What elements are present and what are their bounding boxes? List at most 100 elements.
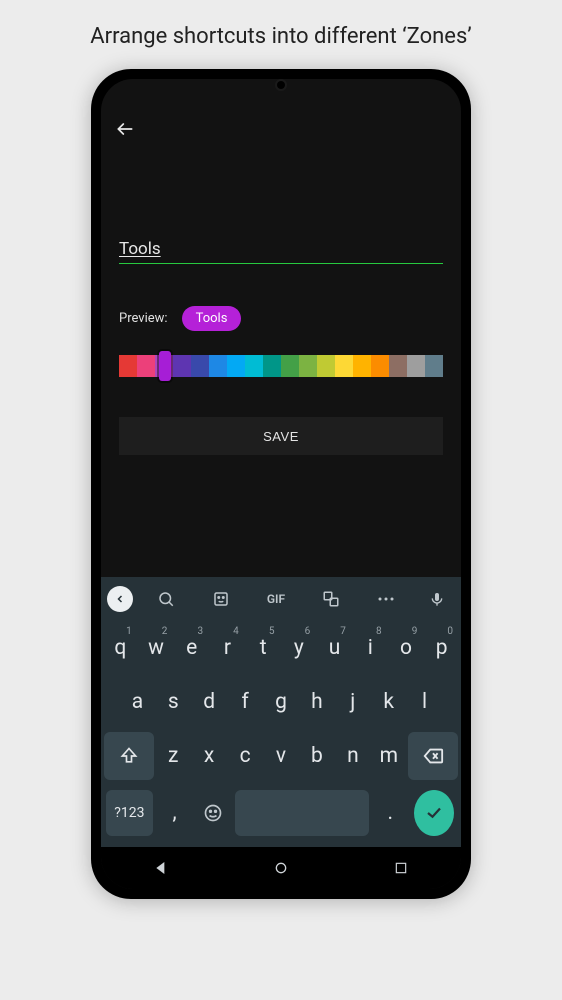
keyboard-sticker-button[interactable]	[203, 583, 239, 615]
sticker-icon	[212, 590, 230, 608]
color-swatch[interactable]	[191, 355, 209, 377]
keyboard-key-d[interactable]: d	[193, 678, 226, 726]
arrow-left-icon	[115, 119, 135, 139]
color-swatch[interactable]	[371, 355, 389, 377]
color-swatch[interactable]	[299, 355, 317, 377]
mic-icon	[429, 591, 445, 607]
keyboard-key-b[interactable]: b	[300, 732, 333, 780]
keyboard-key-h[interactable]: h	[300, 678, 333, 726]
nav-home-button[interactable]	[270, 857, 292, 879]
page-caption: Arrange shortcuts into different ‘Zones’	[0, 0, 562, 69]
keyboard-key-s[interactable]: s	[157, 678, 190, 726]
shift-icon	[119, 746, 139, 766]
keyboard-more-button[interactable]	[368, 583, 404, 615]
more-icon	[377, 596, 395, 602]
keyboard-key-m[interactable]: m	[372, 732, 405, 780]
keyboard-key-x[interactable]: x	[193, 732, 226, 780]
keyboard-key-l[interactable]: l	[408, 678, 441, 726]
keyboard-key-k[interactable]: k	[372, 678, 405, 726]
keyboard-row-3: zxcvbnm	[101, 729, 461, 783]
keyboard-key-hint: 0	[447, 626, 453, 637]
keyboard-space-key[interactable]	[235, 790, 369, 836]
preview-row: Preview: Tools	[119, 306, 443, 331]
keyboard-row-4: ?123 , .	[101, 783, 461, 843]
color-swatch[interactable]	[281, 355, 299, 377]
preview-chip: Tools	[182, 306, 242, 331]
keyboard-shift-key[interactable]	[104, 732, 154, 780]
keyboard-translate-button[interactable]	[313, 583, 349, 615]
color-swatch[interactable]	[119, 355, 137, 377]
keyboard-key-f[interactable]: f	[229, 678, 262, 726]
keyboard-key-p[interactable]: p0	[425, 624, 458, 672]
keyboard-key-r[interactable]: r4	[211, 624, 244, 672]
keyboard-key-o[interactable]: o9	[390, 624, 423, 672]
keyboard-key-hint: 4	[233, 626, 239, 637]
color-swatch[interactable]	[407, 355, 425, 377]
check-icon	[425, 804, 443, 822]
suggestion-tools: GIF	[139, 583, 413, 615]
keyboard-key-z[interactable]: z	[157, 732, 190, 780]
keyboard-key-i[interactable]: i8	[354, 624, 387, 672]
keyboard-key-c[interactable]: c	[229, 732, 262, 780]
nav-back-button[interactable]	[150, 857, 172, 879]
keyboard-key-e[interactable]: e3	[175, 624, 208, 672]
keyboard-key-a[interactable]: a	[121, 678, 154, 726]
color-picker[interactable]	[119, 355, 443, 377]
keyboard-key-n[interactable]: n	[336, 732, 369, 780]
keyboard-period-key[interactable]: .	[374, 790, 407, 836]
keyboard: GIF q1w2e3r4t5y6u7i8o9p0 asdfghjkl	[101, 577, 461, 847]
keyboard-mic-button[interactable]	[419, 583, 455, 615]
keyboard-enter-key[interactable]	[414, 790, 454, 836]
color-swatch[interactable]	[425, 355, 443, 377]
backspace-icon	[422, 745, 444, 767]
keyboard-key-y[interactable]: y6	[283, 624, 316, 672]
color-swatch[interactable]	[263, 355, 281, 377]
nav-recent-button[interactable]	[390, 857, 412, 879]
zone-name-input[interactable]	[119, 239, 443, 259]
color-swatch[interactable]	[137, 355, 155, 377]
camera-notch	[275, 79, 287, 91]
color-swatch[interactable]	[173, 355, 191, 377]
keyboard-search-button[interactable]	[148, 583, 184, 615]
keyboard-key-g[interactable]: g	[265, 678, 298, 726]
color-swatch[interactable]	[353, 355, 371, 377]
keyboard-key-j[interactable]: j	[336, 678, 369, 726]
save-button[interactable]: SAVE	[119, 417, 443, 455]
keyboard-emoji-key[interactable]	[196, 790, 229, 836]
color-swatch[interactable]	[335, 355, 353, 377]
keyboard-gif-button[interactable]: GIF	[258, 583, 294, 615]
phone-frame: Preview: Tools SAVE GIF	[91, 69, 471, 899]
keyboard-key-u[interactable]: u7	[318, 624, 351, 672]
keyboard-comma-key[interactable]: ,	[158, 790, 191, 836]
keyboard-key-hint: 1	[126, 626, 132, 637]
keyboard-row-1: q1w2e3r4t5y6u7i8o9p0	[101, 621, 461, 675]
keyboard-key-hint: 9	[412, 626, 418, 637]
content-area: Preview: Tools SAVE	[101, 149, 461, 577]
nav-recent-icon	[394, 861, 408, 875]
nav-home-icon	[273, 860, 289, 876]
keyboard-numsym-key[interactable]: ?123	[106, 790, 153, 836]
keyboard-key-hint: 5	[269, 626, 275, 637]
keyboard-suggestion-bar: GIF	[101, 577, 461, 621]
keyboard-backspace-key[interactable]	[408, 732, 458, 780]
back-button[interactable]	[113, 117, 137, 141]
color-swatch[interactable]	[317, 355, 335, 377]
keyboard-key-w[interactable]: w2	[140, 624, 173, 672]
color-swatch[interactable]	[245, 355, 263, 377]
keyboard-key-v[interactable]: v	[265, 732, 298, 780]
color-swatch[interactable]	[227, 355, 245, 377]
keyboard-key-hint: 7	[340, 626, 346, 637]
keyboard-key-q[interactable]: q1	[104, 624, 137, 672]
topbar	[101, 109, 461, 149]
keyboard-key-hint: 2	[162, 626, 168, 637]
preview-label: Preview:	[119, 311, 168, 326]
keyboard-row-2: asdfghjkl	[101, 675, 461, 729]
keyboard-key-t[interactable]: t5	[247, 624, 280, 672]
color-picker-handle[interactable]	[159, 351, 171, 381]
keyboard-key-hint: 3	[197, 626, 203, 637]
translate-icon	[322, 590, 340, 608]
color-swatch[interactable]	[389, 355, 407, 377]
keyboard-collapse-button[interactable]	[107, 586, 133, 612]
search-icon	[157, 590, 175, 608]
color-swatch[interactable]	[209, 355, 227, 377]
